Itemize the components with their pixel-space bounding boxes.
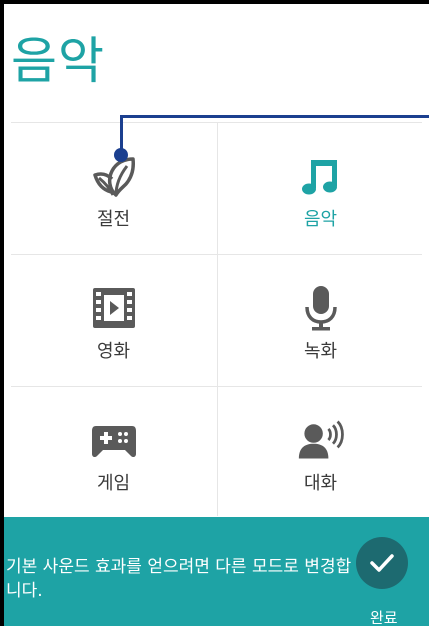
speaking-person-icon	[297, 417, 345, 463]
microphone-icon	[297, 285, 345, 331]
mode-game[interactable]: 게임	[11, 387, 216, 517]
screen: 음악 절전 음악 영화 녹화 게임 대화 기본 사운드 효과를 얻으려면 다른 …	[4, 4, 429, 626]
gamepad-icon	[90, 417, 138, 463]
hint-text: 기본 사운드 효과를 얻으려면 다른 모드로 변경합니다.	[6, 557, 352, 601]
leaf-icon	[90, 153, 138, 199]
mode-power-saving[interactable]: 절전	[11, 123, 216, 253]
done-button[interactable]	[356, 537, 408, 589]
mode-label: 영화	[96, 341, 131, 362]
page-title: 음악	[11, 32, 105, 90]
checkmark-icon	[370, 554, 394, 572]
mode-label: 녹화	[303, 341, 338, 362]
mode-label: 음악	[303, 209, 338, 230]
mode-movie[interactable]: 영화	[11, 255, 216, 385]
film-icon	[90, 285, 138, 331]
hint-panel: 기본 사운드 효과를 얻으려면 다른 모드로 변경합니다. 완료	[4, 517, 429, 626]
mode-label: 게임	[96, 473, 131, 494]
mode-conversation[interactable]: 대화	[218, 387, 423, 517]
done-label[interactable]: 완료	[370, 607, 398, 626]
mode-recording[interactable]: 녹화	[218, 255, 423, 385]
mode-label: 절전	[96, 209, 131, 230]
tour-pointer-line	[120, 115, 429, 118]
mode-music[interactable]: 음악	[218, 123, 423, 253]
sound-mode-grid: 절전 음악 영화 녹화 게임 대화	[11, 122, 422, 516]
mode-label: 대화	[303, 473, 338, 494]
tour-pointer-dot	[114, 148, 128, 162]
music-note-icon	[297, 153, 345, 199]
